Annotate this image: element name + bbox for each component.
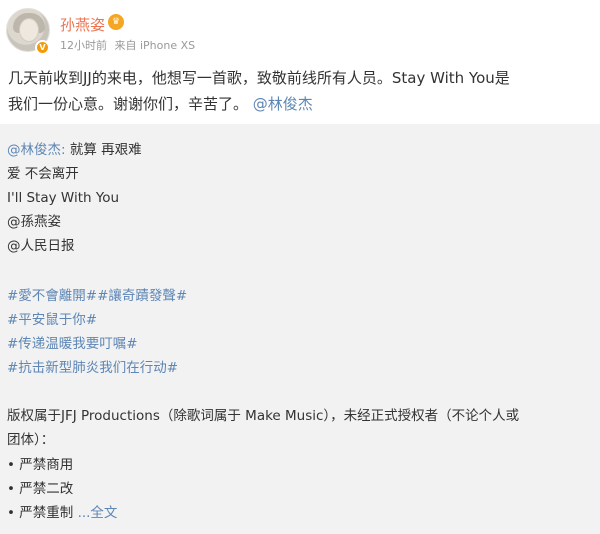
repost-lyric-2: 爱 不会离开 — [7, 166, 79, 182]
repost-first-line: @林俊杰: 就算 再艰难 — [7, 140, 142, 160]
username[interactable]: 孙燕姿 — [60, 14, 105, 35]
post-header: V 孙燕姿 ♛ 12小时前 来自 iPhone XS — [0, 0, 600, 62]
mention-link[interactable]: @林俊杰 — [253, 95, 313, 113]
repost-lyric-3: I'll Stay With You — [7, 190, 120, 206]
post-source: 来自 iPhone XS — [114, 39, 196, 52]
post-text-line2: 我们一份心意。谢谢你们，辛苦了。 @林俊杰 — [8, 91, 593, 117]
bullet-1: • 严禁商用 — [7, 457, 74, 473]
hashtag-3[interactable]: #传递温暖我要叮嘱# — [7, 334, 138, 354]
post-time[interactable]: 12小时前 — [60, 39, 107, 52]
bullet-2: • 严禁二改 — [7, 481, 74, 497]
repost-mention-1[interactable]: @孫燕姿 — [7, 212, 61, 232]
bullet-3: • 严禁重制 — [7, 505, 74, 521]
hashtag-4[interactable]: #抗击新型肺炎我们在行动# — [7, 358, 178, 378]
repost-lyric-1: 就算 再艰难 — [69, 142, 142, 158]
avatar-face — [19, 18, 39, 42]
post-text-line1: 几天前收到JJ的来电，他想写一首歌，致敬前线所有人员。Stay With You… — [8, 69, 510, 87]
bullet-3-row: • 严禁重制 ...全文 — [7, 503, 117, 523]
repost-box[interactable]: @林俊杰: 就算 再艰难 爱 不会离开 I'll Stay With You @… — [0, 124, 600, 534]
full-text-link[interactable]: ...全文 — [78, 505, 118, 521]
repost-mention-2[interactable]: @人民日报 — [7, 236, 75, 256]
post-text-line2-body: 我们一份心意。谢谢你们，辛苦了。 — [8, 95, 249, 113]
verified-badge-icon: V — [35, 40, 50, 55]
member-crown-icon[interactable]: ♛ — [108, 14, 124, 30]
hashtag-2[interactable]: #平安鼠于你# — [7, 310, 97, 330]
copyright-line1: 版权属于JFJ Productions（除歌词属于 Make Music），未经… — [7, 408, 520, 424]
repost-author-mention[interactable]: @林俊杰: — [7, 142, 66, 158]
post-meta: 12小时前 来自 iPhone XS — [60, 37, 199, 53]
post-text: 几天前收到JJ的来电，他想写一首歌，致敬前线所有人员。Stay With You… — [8, 65, 593, 117]
hashtag-1[interactable]: #愛不會離開##讓奇蹟發聲# — [7, 286, 187, 306]
copyright-line2: 团体）： — [7, 432, 55, 448]
